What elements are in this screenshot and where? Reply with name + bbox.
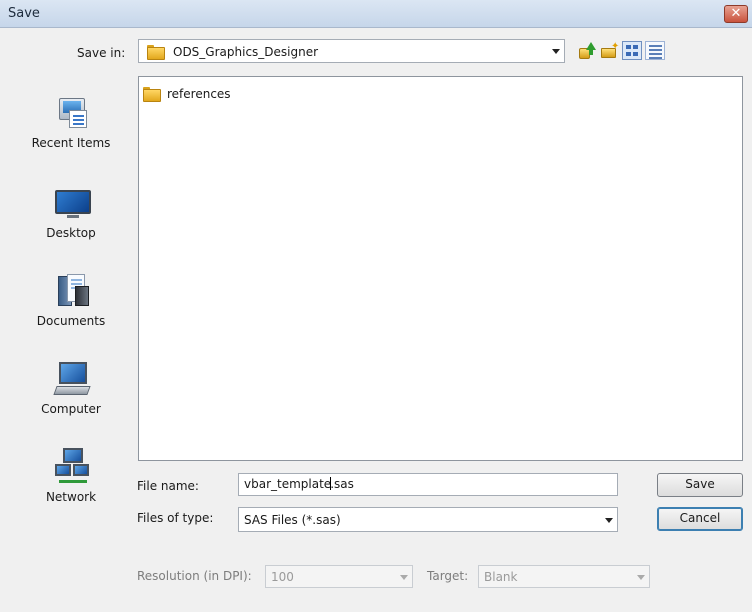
network-icon <box>53 448 91 484</box>
resolution-label: Resolution (in DPI): <box>137 569 252 583</box>
place-label: Computer <box>41 402 101 416</box>
chevron-down-icon <box>552 49 560 54</box>
place-label: Documents <box>36 314 106 328</box>
file-name-text: vbar_template <box>244 477 332 491</box>
chevron-down-icon <box>400 574 408 580</box>
resolution-value: 100 <box>271 570 294 584</box>
save-button[interactable]: Save <box>657 473 743 497</box>
place-network[interactable]: Network <box>16 436 126 516</box>
list-view-icon[interactable] <box>622 41 642 60</box>
close-button[interactable]: ✕ <box>724 5 748 23</box>
details-view-icon[interactable] <box>645 41 665 60</box>
close-icon: ✕ <box>730 6 742 21</box>
resolution-dropdown[interactable]: 100 <box>265 565 413 588</box>
computer-icon <box>53 360 91 396</box>
target-value: Blank <box>484 570 518 584</box>
target-dropdown[interactable]: Blank <box>478 565 650 588</box>
target-label: Target: <box>427 569 469 583</box>
documents-icon <box>53 272 91 308</box>
chevron-down-icon <box>605 517 613 523</box>
place-label: Network <box>45 490 97 504</box>
recent-items-icon <box>53 94 91 130</box>
create-new-folder-icon[interactable]: ✦ <box>600 42 619 60</box>
file-list[interactable]: references <box>138 76 743 461</box>
place-desktop[interactable]: Desktop <box>16 172 126 252</box>
place-recent-items[interactable]: Recent Items <box>16 82 126 162</box>
file-name-label: File name: <box>137 479 199 493</box>
folder-icon <box>143 86 161 102</box>
file-type-label: Files of type: <box>137 511 214 525</box>
cancel-button[interactable]: Cancel <box>657 507 743 531</box>
folder-icon <box>147 44 165 60</box>
save-in-dropdown[interactable]: ODS_Graphics_Designer <box>138 39 565 63</box>
save-dialog: Save ✕ Save in: ODS_Graphics_Designer ✦ … <box>0 0 752 612</box>
list-item[interactable]: references <box>143 85 263 103</box>
file-name-extension: .sas <box>330 477 354 491</box>
desktop-icon <box>53 184 91 220</box>
file-type-dropdown[interactable]: SAS Files (*.sas) <box>238 507 618 532</box>
place-label: Recent Items <box>31 136 111 150</box>
title-bar: Save ✕ <box>0 0 752 28</box>
chevron-down-icon <box>637 574 645 580</box>
file-name: references <box>167 87 231 101</box>
save-in-value: ODS_Graphics_Designer <box>173 45 319 59</box>
place-documents[interactable]: Documents <box>16 260 126 340</box>
save-in-label: Save in: <box>77 46 126 60</box>
file-type-value: SAS Files (*.sas) <box>244 513 341 527</box>
file-name-input[interactable]: vbar_template.sas <box>238 473 618 496</box>
place-computer[interactable]: Computer <box>16 348 126 428</box>
up-one-level-icon[interactable] <box>578 42 596 60</box>
place-label: Desktop <box>46 226 96 240</box>
window-title: Save <box>8 6 40 21</box>
